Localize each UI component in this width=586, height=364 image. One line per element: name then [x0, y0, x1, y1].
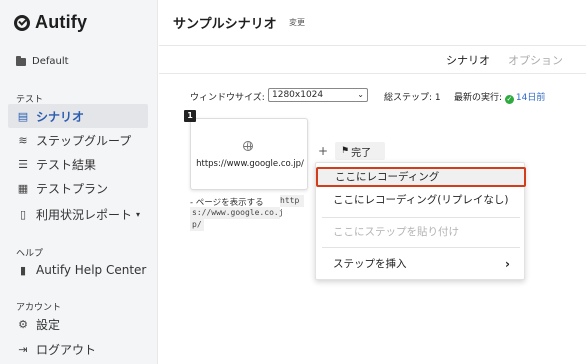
last-run: 最新の実行: ✓ 14日前 — [454, 90, 545, 104]
window-size-select[interactable]: 1280x1024 ⌄ — [268, 88, 368, 102]
edit-title-link[interactable]: 変更 — [289, 17, 305, 28]
last-run-label: 最新の実行: — [454, 93, 503, 103]
sidebar-item-label: シナリオ — [36, 109, 85, 124]
calendar-icon: ▦ — [17, 181, 29, 195]
report-icon: ▯ — [19, 207, 27, 221]
window-size-label: ウィンドウサイズ: — [190, 93, 265, 103]
page-header: サンプルシナリオ 変更 — [159, 0, 586, 46]
menu-item-record-here[interactable]: ここにレコーディング — [316, 167, 526, 187]
sidebar-item-test-results[interactable]: ☰ テスト結果 — [8, 152, 148, 176]
finish-label: 完了 — [351, 147, 372, 159]
window-size-value: 1280x1024 — [272, 90, 324, 100]
total-steps: 総ステップ: 1 — [384, 90, 441, 103]
sidebar-item-step-groups[interactable]: ≋ ステップグループ — [8, 128, 148, 152]
menu-item-insert-step-label: ステップを挿入 — [333, 258, 407, 270]
add-step-button[interactable]: + — [317, 145, 329, 157]
menu-divider — [322, 217, 520, 218]
layers-icon: ≋ — [18, 133, 28, 147]
flag-icon: ⚑ — [341, 146, 350, 156]
scenario-icon: ▤ — [17, 109, 29, 123]
total-steps-value: 1 — [434, 93, 441, 103]
tab-scenario[interactable]: シナリオ — [446, 52, 490, 68]
autify-logo-icon — [14, 14, 30, 31]
logout-icon: ⇥ — [18, 342, 28, 356]
last-run-link[interactable]: 14日前 — [516, 93, 545, 103]
step-url-code-line2: s://www.google.co.j — [190, 207, 284, 219]
sidebar-item-label: テストプラン — [36, 181, 109, 196]
sidebar-item-usage-report[interactable]: ▯ 利用状況レポート ▾ — [8, 202, 148, 226]
add-step-menu: ここにレコーディング ここにレコーディング(リプレイなし) ここにステップを貼り… — [315, 162, 526, 280]
sidebar-item-test-plans[interactable]: ▦ テストプラン — [8, 176, 148, 200]
menu-item-record-here-no-replay[interactable]: ここにレコーディング(リプレイなし) — [316, 190, 526, 210]
sidebar-item-scenario[interactable]: ▤ シナリオ — [8, 104, 148, 128]
globe-icon — [243, 141, 253, 151]
sidebar-item-label: テスト結果 — [36, 157, 97, 172]
tab-bar: シナリオ オプション — [159, 46, 586, 74]
check-circle-icon: ✓ — [504, 95, 514, 104]
sidebar-item-label: ステップグループ — [36, 133, 132, 148]
tab-option[interactable]: オプション — [508, 52, 563, 68]
step-url-code-line3: p/ — [190, 219, 204, 231]
chevron-down-icon: ⌄ — [357, 90, 364, 99]
step-url: https://www.google.co.jp/ — [196, 159, 304, 169]
sidebar-item-label: ログアウト — [36, 342, 97, 357]
chevron-right-icon: › — [505, 257, 510, 271]
step-card[interactable]: https://www.google.co.jp/ — [190, 118, 308, 190]
total-steps-label: 総ステップ: — [384, 93, 433, 103]
book-icon: ▮ — [19, 263, 27, 277]
sidebar-item-help-center[interactable]: ▮ Autify Help Center — [8, 258, 148, 282]
finish-button[interactable]: ⚑ 完了 — [335, 142, 385, 160]
menu-divider — [322, 247, 520, 248]
project-selector[interactable]: Default — [16, 55, 69, 67]
folder-icon — [16, 55, 26, 66]
autify-logo[interactable]: Autify — [14, 12, 87, 33]
menu-item-paste-step[interactable]: ここにステップを貼り付け — [316, 222, 526, 242]
step-url-code: http — [280, 195, 304, 207]
project-name: Default — [32, 56, 69, 67]
sidebar-item-label: Autify Help Center — [36, 263, 147, 277]
sidebar: Autify Default テスト ▤ シナリオ ≋ ステップグループ ☰ テ… — [0, 0, 158, 364]
sidebar-item-settings[interactable]: ⚙ 設定 — [8, 312, 148, 336]
page-title: サンプルシナリオ — [173, 17, 277, 32]
sidebar-item-label: 利用状況レポート — [36, 207, 133, 222]
menu-item-insert-step[interactable]: ステップを挿入 › — [316, 254, 526, 274]
gear-icon: ⚙ — [18, 317, 28, 331]
brand-name: Autify — [35, 12, 88, 32]
sidebar-item-label: 設定 — [36, 317, 61, 332]
chevron-down-icon: ▾ — [136, 209, 141, 219]
list-icon: ☰ — [18, 157, 28, 171]
sidebar-item-logout[interactable]: ⇥ ログアウト — [8, 337, 148, 361]
step-number-badge: 1 — [184, 110, 196, 122]
